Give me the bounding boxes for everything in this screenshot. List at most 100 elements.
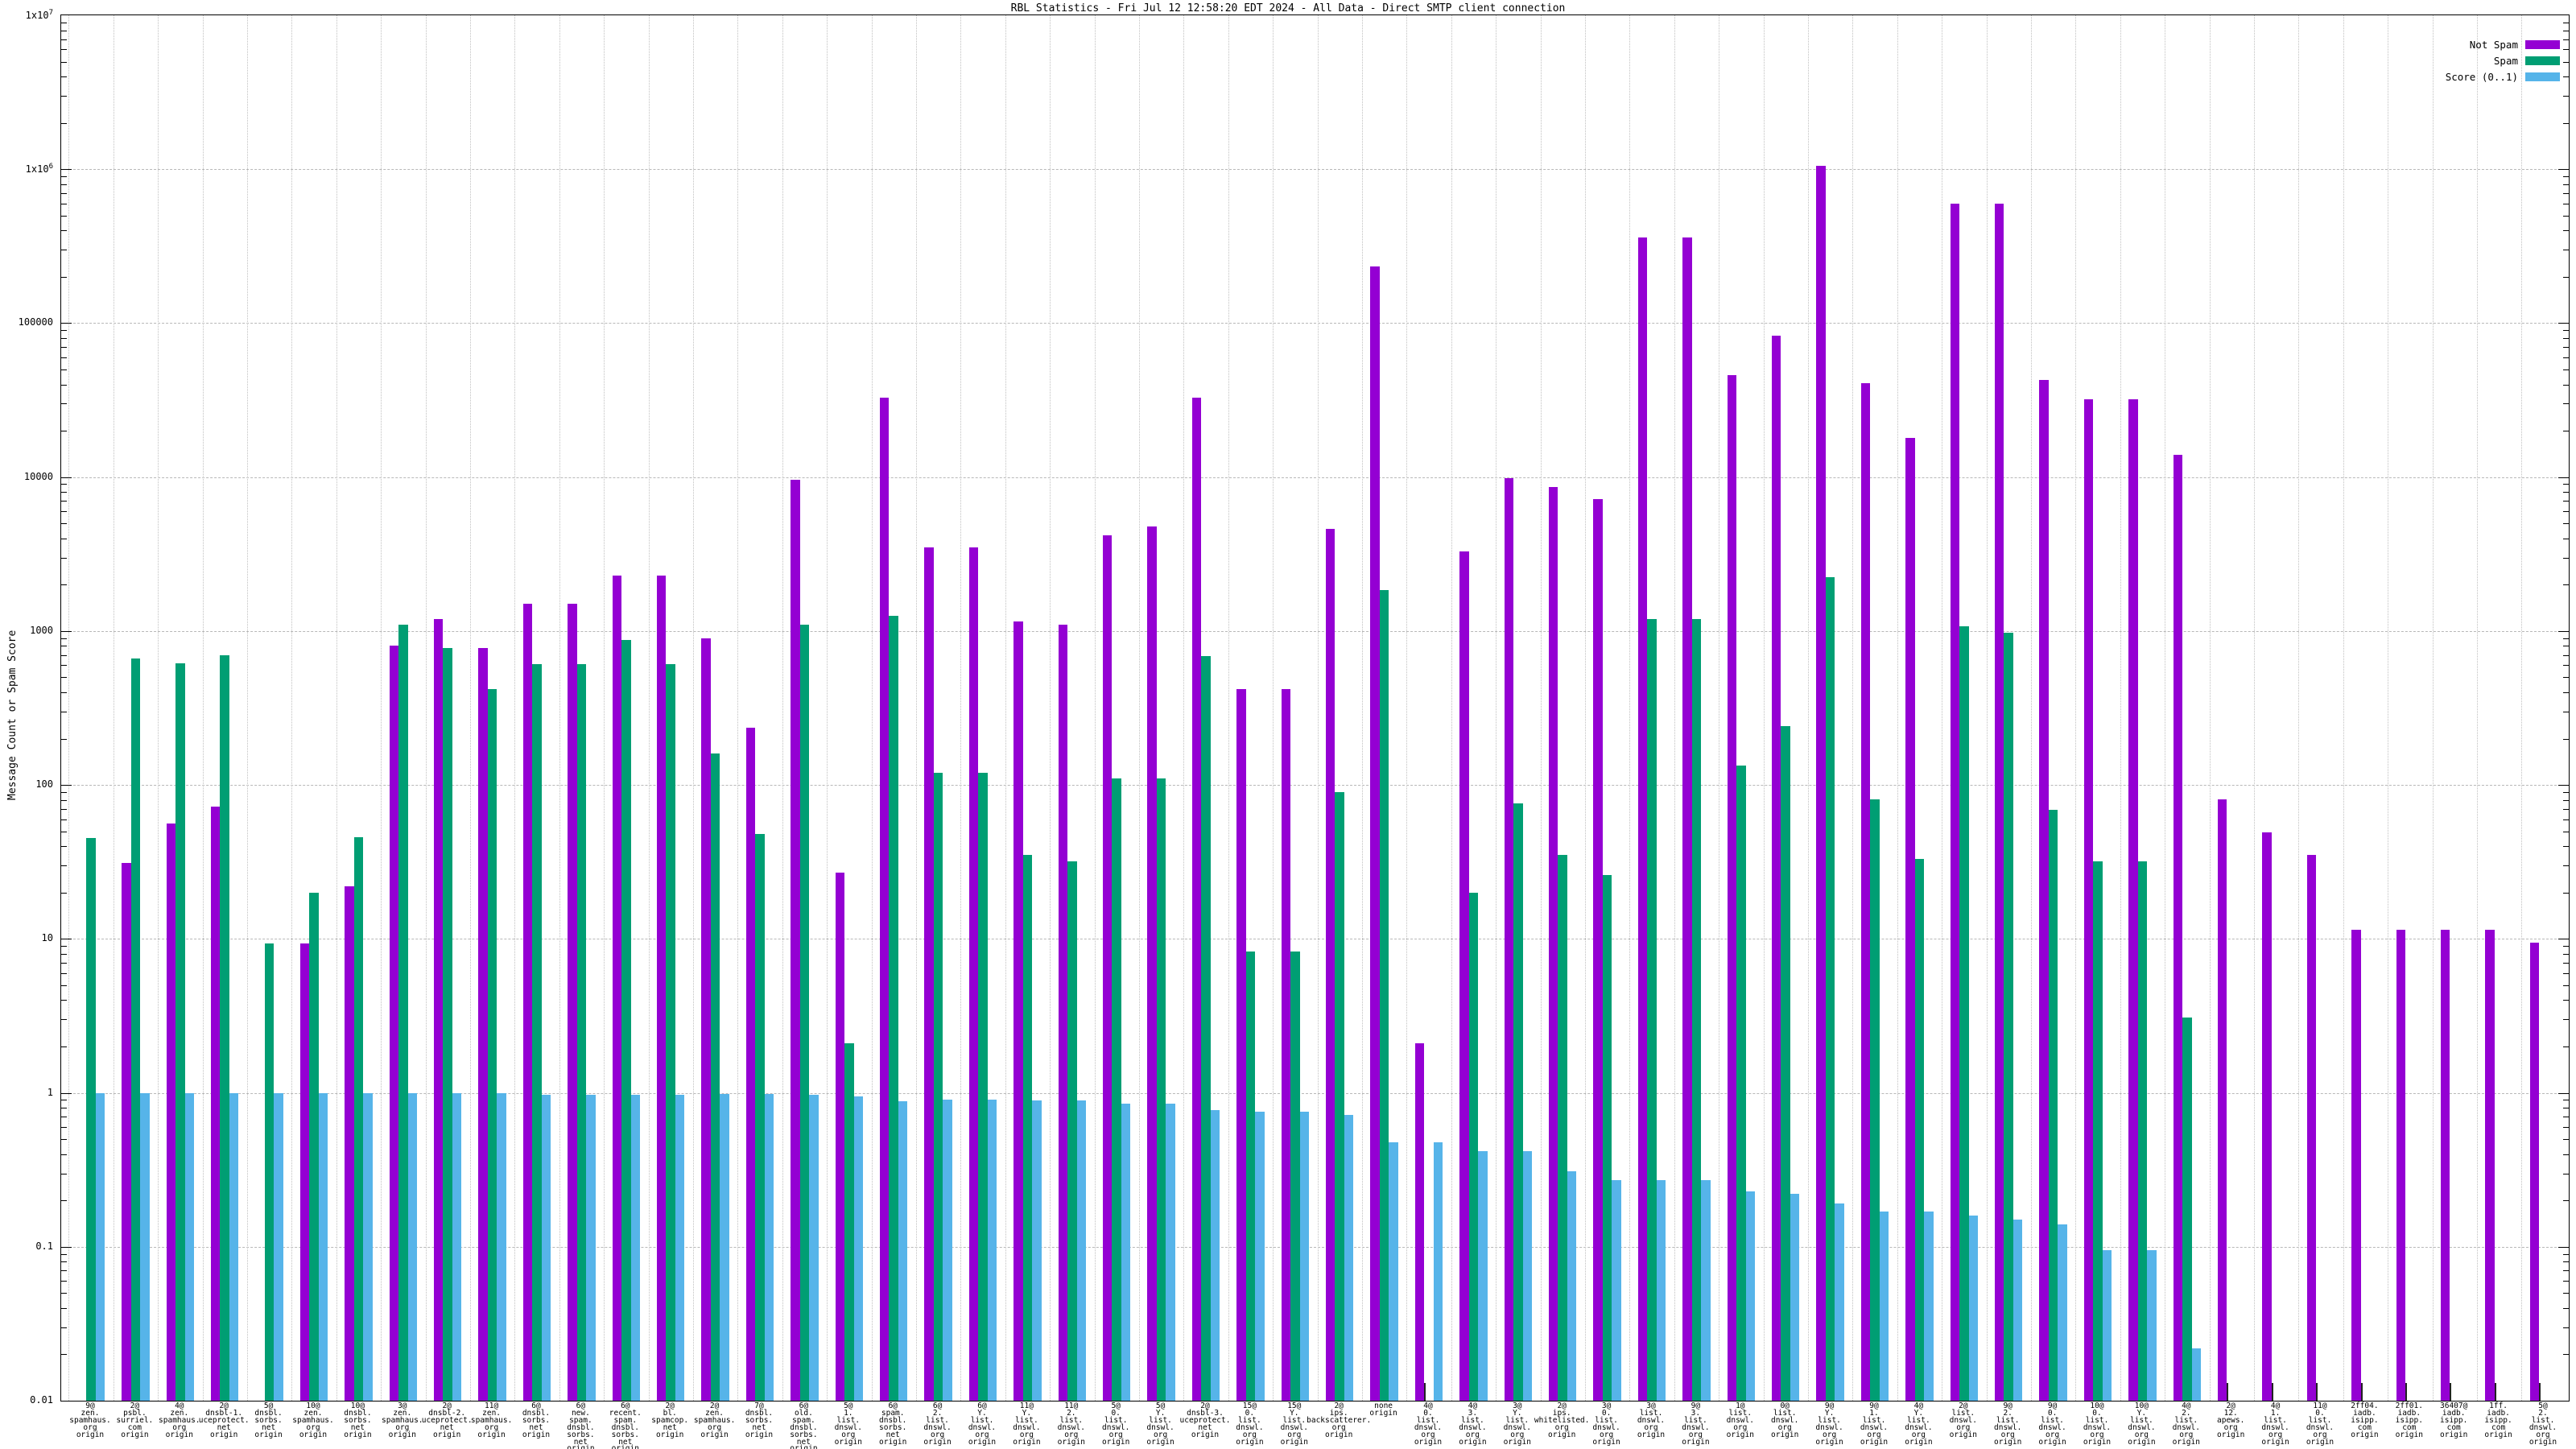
bar-score-0-1 [1968,1215,1979,1401]
bar-not-spam [1102,535,1113,1401]
minor-tick [2563,953,2569,955]
minor-tick [2563,946,2569,947]
minor-tick [2563,1281,2569,1282]
bar-spam [353,836,364,1401]
minor-tick [2563,985,2569,986]
major-tick [61,323,72,324]
bar-spam [710,753,720,1401]
minor-tick [61,962,67,964]
bar-spam [1602,874,1612,1401]
v-gridline [336,15,337,1401]
minor-tick [2563,1154,2569,1155]
bar-score-0-1 [987,1100,997,1401]
v-gridline [2521,15,2523,1401]
legend-label: Score (0..1) [2445,70,2518,83]
bar-score-0-1 [764,1094,774,1401]
bar-not-spam [1504,478,1514,1401]
minor-tick [61,192,67,194]
zero-value-marker [2405,1383,2408,1401]
v-gridline [1629,15,1631,1401]
minor-tick [2563,1253,2569,1255]
minor-tick [2563,1000,2569,1001]
bar-not-spam [745,728,756,1401]
minor-tick [61,892,67,894]
h-gridline [61,169,2569,171]
minor-tick [61,584,67,586]
bar-not-spam [835,872,845,1401]
legend-entry-spam: Spam [2446,52,2560,68]
major-tick [2558,477,2569,478]
not-spam-swatch [2525,39,2560,49]
bar-spam [1959,626,1969,1401]
minor-tick [61,1354,67,1356]
v-gridline [559,15,560,1401]
bar-score-0-1 [1032,1100,1042,1401]
bar-spam [309,892,319,1401]
minor-tick [2563,677,2569,679]
v-gridline [1674,15,1675,1401]
bar-spam [398,624,408,1401]
bar-score-0-1 [95,1092,105,1401]
minor-tick [2563,1261,2569,1263]
y-tick-label: 100 [35,778,53,791]
minor-tick [61,691,67,693]
bar-not-spam [1682,237,1692,1401]
bar-not-spam [345,886,354,1401]
v-gridline [648,15,650,1401]
minor-tick [61,1000,67,1001]
minor-tick [2563,357,2569,358]
bar-score-0-1 [2102,1250,2112,1401]
minor-tick [2563,1126,2569,1128]
minor-tick [2563,192,2569,194]
v-gridline [202,15,204,1401]
bar-not-spam [1370,266,1380,1401]
y-tick-label: 10000 [23,470,53,482]
v-gridline [915,15,917,1401]
zero-value-marker [2539,1383,2541,1401]
minor-tick [2563,215,2569,217]
bar-score-0-1 [2058,1224,2067,1401]
minor-tick [2563,523,2569,525]
v-gridline [692,15,694,1401]
v-gridline [1897,15,1898,1401]
bar-not-spam [2083,399,2094,1401]
bar-not-spam [2262,832,2272,1401]
bar-score-0-1 [1701,1180,1711,1401]
minor-tick [61,403,67,405]
minor-tick [2563,1293,2569,1294]
bar-not-spam [1905,437,1915,1401]
bar-score-0-1 [318,1092,328,1401]
bar-spam [755,834,765,1401]
bar-not-spam [612,575,622,1401]
v-gridline [381,15,382,1401]
zero-value-marker [2227,1383,2229,1401]
minor-tick [2563,1307,2569,1309]
v-gridline [68,15,70,1401]
bar-score-0-1 [898,1101,908,1401]
bar-spam [1468,892,1479,1401]
minor-tick [61,654,67,656]
minor-tick [2563,501,2569,502]
bar-not-spam [1281,688,1291,1401]
bar-spam [1067,861,1077,1401]
v-gridline [2253,15,2255,1401]
v-gridline [1273,15,1274,1401]
minor-tick [2563,175,2569,177]
minor-tick [2563,665,2569,667]
minor-tick [61,946,67,947]
x-tick-label: 5@ 2. list. dnswl. org origin [2529,1402,2557,1447]
bar-not-spam [2440,929,2450,1401]
bar-spam [1335,791,1344,1401]
minor-tick [61,330,67,332]
minor-tick [2563,892,2569,894]
bar-not-spam [299,943,310,1401]
minor-tick [2563,738,2569,740]
legend-entry-score: Score (0..1) [2446,68,2560,85]
bar-spam [1825,576,1835,1401]
minor-tick [2563,369,2569,370]
bar-score-0-1 [2013,1220,2023,1401]
bar-score-0-1 [140,1092,150,1401]
zero-value-marker [2450,1383,2452,1401]
bar-spam [1736,765,1746,1401]
v-gridline [604,15,605,1401]
